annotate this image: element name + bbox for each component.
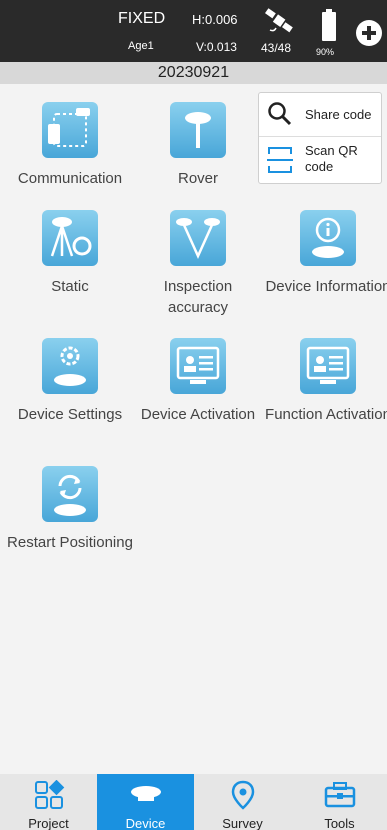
add-icon[interactable] xyxy=(356,20,382,46)
share-code-label: Share code xyxy=(305,107,372,122)
battery-icon xyxy=(322,9,336,41)
tile-function-activation[interactable]: Function Activation xyxy=(264,338,387,425)
satellite-count: 43/48 xyxy=(261,41,292,55)
tile-restart-positioning[interactable]: Restart Positioning xyxy=(6,466,134,553)
fix-status: FIXED xyxy=(118,10,166,27)
date-header: 20230921 xyxy=(0,62,387,84)
search-icon xyxy=(268,102,292,126)
device-icon xyxy=(130,786,161,801)
nav-project[interactable]: Project xyxy=(0,774,97,830)
nav-survey[interactable]: Survey xyxy=(194,774,291,830)
tile-device-activation[interactable]: Device Activation xyxy=(134,338,262,425)
tile-rover[interactable]: Rover xyxy=(134,102,262,189)
nav-device[interactable]: Device xyxy=(97,774,194,830)
static-icon xyxy=(42,210,98,266)
device-info-icon xyxy=(300,210,356,266)
vertical-precision: V:0.013 xyxy=(196,40,237,54)
tile-static[interactable]: Static xyxy=(6,210,134,297)
bottom-navigation: Project Device Survey Tools xyxy=(0,774,387,830)
tile-label: Device Activation xyxy=(140,406,256,423)
tile-communication[interactable]: Communication xyxy=(6,102,134,189)
tile-inspection-accuracy[interactable]: Inspection accuracy xyxy=(134,210,262,318)
nav-tools[interactable]: Tools xyxy=(291,774,387,830)
battery-level: 90% xyxy=(316,47,335,57)
function-activation-icon xyxy=(300,338,356,394)
tile-device-information[interactable]: Device Information xyxy=(264,210,387,297)
inspection-icon xyxy=(170,210,226,266)
tile-label: Device Information xyxy=(265,278,387,295)
project-icon xyxy=(34,780,64,809)
scan-qr-button[interactable]: Scan QR code xyxy=(259,137,381,183)
nav-label: Tools xyxy=(324,816,355,830)
tile-label: Device Settings xyxy=(17,406,123,423)
tile-label: Rover xyxy=(177,170,218,187)
tile-label: Static xyxy=(51,278,89,295)
satellite-icon xyxy=(265,8,293,33)
tile-label: Communication xyxy=(17,170,123,187)
restart-icon xyxy=(42,466,98,522)
status-bar: FIXED Age1 H:0.006 V:0.013 43/48 90% xyxy=(0,0,387,62)
device-settings-icon xyxy=(42,338,98,394)
device-activation-icon xyxy=(170,338,226,394)
share-code-button[interactable]: Share code xyxy=(259,93,381,137)
nav-label: Device xyxy=(125,816,166,830)
share-popup-menu: Share code Scan QR code xyxy=(258,92,382,184)
tile-label: Inspection accuracy xyxy=(163,278,233,316)
nav-label: Project xyxy=(28,816,69,830)
communication-icon xyxy=(42,102,98,158)
scan-qr-icon xyxy=(267,147,293,173)
age-value: Age1 xyxy=(128,40,154,52)
tile-device-settings[interactable]: Device Settings xyxy=(6,338,134,425)
survey-pin-icon xyxy=(231,780,254,810)
rover-icon xyxy=(170,102,226,158)
nav-label: Survey xyxy=(222,816,263,830)
scan-qr-label: Scan QR code xyxy=(305,143,358,174)
tile-label: Function Activation xyxy=(265,406,387,423)
horizontal-precision: H:0.006 xyxy=(192,12,238,27)
tools-icon xyxy=(324,782,355,808)
tile-label: Restart Positioning xyxy=(7,534,133,551)
